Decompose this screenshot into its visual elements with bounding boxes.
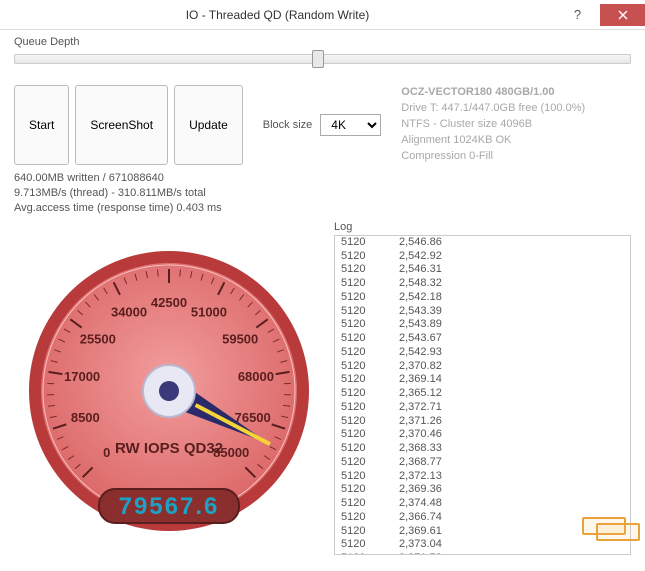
block-size-select[interactable]: 4K	[320, 114, 381, 136]
start-button[interactable]: Start	[14, 85, 69, 165]
log-row: 51202,542.93	[335, 346, 630, 360]
watermark-icon	[582, 517, 640, 541]
svg-text:51000: 51000	[191, 304, 227, 319]
log-row: 51202,370.82	[335, 360, 630, 374]
block-size-label: Block size	[263, 119, 313, 131]
queue-depth-slider[interactable]	[14, 50, 631, 68]
close-icon	[618, 10, 628, 20]
svg-text:0: 0	[103, 445, 110, 460]
svg-text:76500: 76500	[235, 410, 271, 425]
drive-free: Drive T: 447.1/447.0GB free (100.0%)	[401, 101, 585, 117]
update-button[interactable]: Update	[174, 85, 243, 165]
title-bar: IO - Threaded QD (Random Write) ?	[0, 0, 645, 30]
drive-fs: NTFS - Cluster size 4096B	[401, 117, 585, 133]
help-button[interactable]: ?	[555, 4, 600, 26]
log-row: 51202,543.67	[335, 332, 630, 346]
svg-text:8500: 8500	[71, 410, 100, 425]
log-row: 51202,543.39	[335, 305, 630, 319]
gauge-label: RW IOPS QD32	[115, 440, 223, 457]
log-row: 51202,368.33	[335, 442, 630, 456]
log-row: 51202,369.14	[335, 373, 630, 387]
log-row: 51202,542.18	[335, 291, 630, 305]
log-row: 51202,372.71	[335, 401, 630, 415]
drive-name: OCZ-VECTOR180 480GB/1.00	[401, 85, 585, 101]
stats-throughput: 9.713MB/s (thread) - 310.811MB/s total	[14, 186, 631, 201]
log-row: 51202,542.92	[335, 250, 630, 264]
svg-text:34000: 34000	[111, 304, 147, 319]
log-row: 51202,371.26	[335, 415, 630, 429]
svg-text:68000: 68000	[238, 369, 274, 384]
screenshot-button[interactable]: ScreenShot	[75, 85, 168, 165]
window-title: IO - Threaded QD (Random Write)	[0, 8, 555, 22]
log-row: 51202,546.31	[335, 263, 630, 277]
drive-info: OCZ-VECTOR180 480GB/1.00 Drive T: 447.1/…	[401, 85, 585, 165]
log-row: 51202,370.46	[335, 428, 630, 442]
drive-align: Alignment 1024KB OK	[401, 133, 585, 149]
log-row: 51202,548.32	[335, 277, 630, 291]
log-row: 51202,369.36	[335, 483, 630, 497]
stats-block: 640.00MB written / 671088640 9.713MB/s (…	[14, 171, 631, 217]
log-row: 51202,374.48	[335, 497, 630, 511]
gauge-readout: 79567.6	[119, 493, 220, 520]
queue-depth-label: Queue Depth	[14, 36, 631, 48]
stats-written: 640.00MB written / 671088640	[14, 171, 631, 186]
close-button[interactable]	[600, 4, 645, 26]
log-row: 51202,372.13	[335, 470, 630, 484]
svg-text:59500: 59500	[222, 331, 258, 346]
iops-gauge: 0 8500 17000 25500 34000 42500 51000 59500 68000…	[14, 221, 324, 561]
log-row: 51202,371.58	[335, 552, 630, 555]
log-row: 51202,543.89	[335, 318, 630, 332]
log-row: 51202,546.86	[335, 236, 630, 250]
log-list[interactable]: 51202,546.8651202,542.9251202,546.315120…	[334, 235, 631, 555]
svg-text:42500: 42500	[151, 295, 187, 310]
svg-text:25500: 25500	[80, 331, 116, 346]
stats-latency: Avg.access time (response time) 0.403 ms	[14, 201, 631, 216]
log-label: Log	[334, 221, 631, 233]
log-row: 51202,365.12	[335, 387, 630, 401]
drive-compress: Compression 0-Fill	[401, 149, 585, 165]
log-row: 51202,368.77	[335, 456, 630, 470]
svg-text:17000: 17000	[64, 369, 100, 384]
